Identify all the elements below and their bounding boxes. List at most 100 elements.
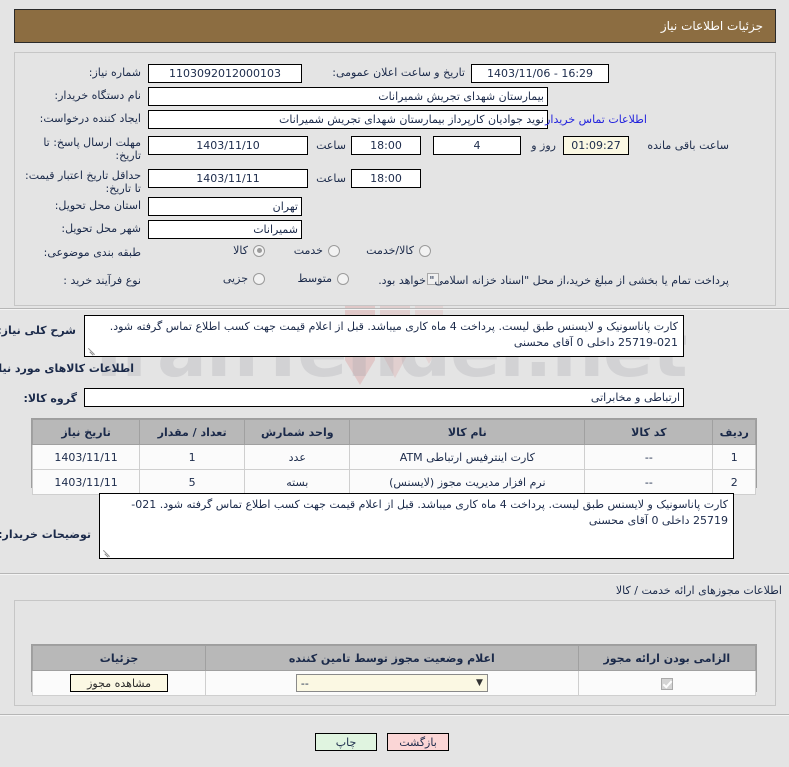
page-title-banner: جزئیات اطلاعات نیاز [14,9,776,43]
classification-label: طبقه بندی موضوعی: [43,246,141,259]
announce-date-value[interactable]: 16:29 - 1403/11/06 [471,64,609,83]
classification-label-group: طبقه بندی موضوعی: [44,246,141,259]
price-validity-hour-label: ساعت [316,172,346,185]
permits-required-cell [577,670,757,696]
countdown-value: 01:09:27 [563,136,629,155]
view-permit-button[interactable]: مشاهده مجوز [70,674,169,692]
table-row[interactable]: 2 -- نرم افزار مدیریت مجوز (لایسنس) بسته… [31,469,756,495]
goods-col-date: تاریخ نیاز [31,419,141,445]
divider-top [0,308,789,310]
divider-permits [0,573,789,575]
deadline-label: مهلت ارسال پاسخ: تا تاریخ: [43,136,141,162]
price-validity-label-group: حداقل تاریخ اعتبار قیمت: تا تاریخ: [21,169,141,195]
print-button[interactable]: چاپ [315,733,377,751]
goods-row-0-unit: عدد [244,444,351,470]
classification-option-2-label: کالا/خدمت [366,244,414,257]
back-button[interactable]: بازگشت [387,733,449,751]
process-type-option-0[interactable]: جزیی [223,272,265,285]
deadline-label-group: مهلت ارسال پاسخ: تا تاریخ: [26,136,141,162]
permits-table: الزامی بودن ارائه مجوز اعلام وضعیت مجوز … [31,644,757,696]
goods-row-0-code: -- [584,444,714,470]
province-label: استان محل تحویل: [54,199,141,212]
resize-grip-icon[interactable] [87,346,96,355]
buyer-contact-link[interactable]: اطلاعات تماس خریدار [545,113,647,126]
goods-table-element: ردیف کد کالا نام کالا واحد شمارش تعداد /… [31,419,756,495]
process-type-option-1[interactable]: متوسط [297,272,349,285]
chevron-down-icon: ▼ [475,678,483,688]
price-validity-time-value[interactable]: 18:00 [351,169,421,188]
price-validity-date-value[interactable]: 1403/11/11 [148,169,308,188]
announce-date-label: تاریخ و ساعت اعلان عمومی: [332,66,465,79]
need-number-value[interactable]: 1103092012000103 [148,64,302,83]
buyer-org-label-group: نام دستگاه خریدار: [54,89,141,102]
creator-label-group: ایجاد کننده درخواست: [40,112,141,125]
radio-motevaset-icon[interactable] [337,272,349,285]
description-text: کارت پاناسونیک و لایسنس طبق لیست. پرداخت… [109,320,678,349]
remaining-days-value[interactable]: 4 [433,136,521,155]
goods-row-1-unit: بسته [244,469,351,495]
radio-kala-icon[interactable] [253,244,265,257]
deadline-time-value[interactable]: 18:00 [351,136,421,155]
permits-table-element: الزامی بودن ارائه مجوز اعلام وضعیت مجوز … [31,645,757,696]
need-number-label: شماره نیاز: [88,66,141,79]
permits-col-details: جزئیات [31,645,207,671]
goods-col-qty: تعداد / مقدار [139,419,246,445]
table-row: ▼ -- مشاهده مجوز [31,670,757,696]
goods-row-1-qty: 5 [139,469,246,495]
radio-jozei-icon[interactable] [253,272,265,285]
goods-table: ردیف کد کالا نام کالا واحد شمارش تعداد /… [31,418,757,495]
province-value[interactable]: تهران [148,197,302,216]
need-number-field-group: شماره نیاز: [89,66,141,79]
classification-option-2[interactable]: کالا/خدمت [366,244,431,257]
creator-label: ایجاد کننده درخواست: [39,112,141,125]
classification-option-1[interactable]: خدمت [294,244,340,257]
permit-status-value: -- [300,676,309,690]
deadline-date-value[interactable]: 1403/11/10 [148,136,308,155]
description-label: شرح کلی نیاز: [0,324,76,337]
city-label-group: شهر محل تحویل: [61,222,141,235]
city-label: شهر محل تحویل: [61,222,141,235]
permit-status-select[interactable]: ▼ -- [295,674,488,692]
goods-row-1-name: نرم افزار مدیریت مجوز (لایسنس) [349,469,586,495]
permits-table-header-row: الزامی بودن ارائه مجوز اعلام وضعیت مجوز … [31,645,757,671]
page-root: IranTender.net جزئیات اطلاعات نیاز شماره… [0,0,789,767]
goods-row-0-name: کارت اینترفیس ارتباطی ATM [349,444,586,470]
buyer-org-label: نام دستگاه خریدار: [54,89,141,102]
permits-details-cell: مشاهده مجوز [31,670,207,696]
buyer-notes-label: توضیحات خریدار: [0,528,91,541]
classification-option-0[interactable]: کالا [233,244,265,257]
city-value[interactable]: شمیرانات [148,220,302,239]
goods-row-0-index: 1 [712,444,756,470]
buyer-org-value[interactable]: بیمارستان شهدای تجریش شمیرانات [148,87,548,106]
goods-col-index: ردیف [712,419,756,445]
process-type-label: نوع فرآیند خرید : [63,274,141,287]
countdown-suffix-label: ساعت باقی مانده [647,139,729,152]
treasury-note-label: پرداخت تمام یا بخشی از مبلغ خرید،از محل … [378,274,729,287]
classification-option-0-label: کالا [233,244,248,257]
goods-col-name: نام کالا [349,419,586,445]
price-validity-label: حداقل تاریخ اعتبار قیمت: تا تاریخ: [25,169,141,195]
radio-khedmat-icon[interactable] [328,244,340,257]
resize-grip-icon[interactable] [102,548,111,557]
creator-value[interactable]: نوید جوادیان کارپرداز بیمارستان شهدای تج… [148,110,548,129]
permits-col-status: اعلام وضعیت مجوز توسط تامین کننده [205,645,579,671]
divider-footer [0,714,789,716]
announce-label-group: تاریخ و ساعت اعلان عمومی: [332,66,465,79]
goods-row-0-qty: 1 [139,444,246,470]
table-row[interactable]: 1 -- کارت اینترفیس ارتباطی ATM عدد 1 140… [31,444,756,470]
radio-kala-khedmat-icon[interactable] [419,244,431,257]
goods-table-header-row: ردیف کد کالا نام کالا واحد شمارش تعداد /… [31,419,756,445]
permits-status-cell: ▼ -- [205,670,579,696]
goods-row-1-code: -- [584,469,714,495]
goods-group-label: گروه کالا: [23,392,77,405]
province-label-group: استان محل تحویل: [55,199,141,212]
buyer-notes-textarea[interactable]: کارت پاناسونیک و لایسنس طبق لیست. پرداخت… [99,493,734,559]
classification-option-1-label: خدمت [293,244,323,257]
process-type-option-0-label: جزیی [222,272,248,285]
goods-group-value[interactable]: ارتباطی و مخابراتی [84,388,684,407]
description-textarea[interactable]: کارت پاناسونیک و لایسنس طبق لیست. پرداخت… [84,315,684,357]
buyer-notes-text: کارت پاناسونیک و لایسنس طبق لیست. پرداخت… [131,498,728,527]
goods-col-code: کد کالا [584,419,714,445]
goods-row-0-date: 1403/11/11 [31,444,141,470]
process-type-option-1-label: متوسط [297,272,332,285]
